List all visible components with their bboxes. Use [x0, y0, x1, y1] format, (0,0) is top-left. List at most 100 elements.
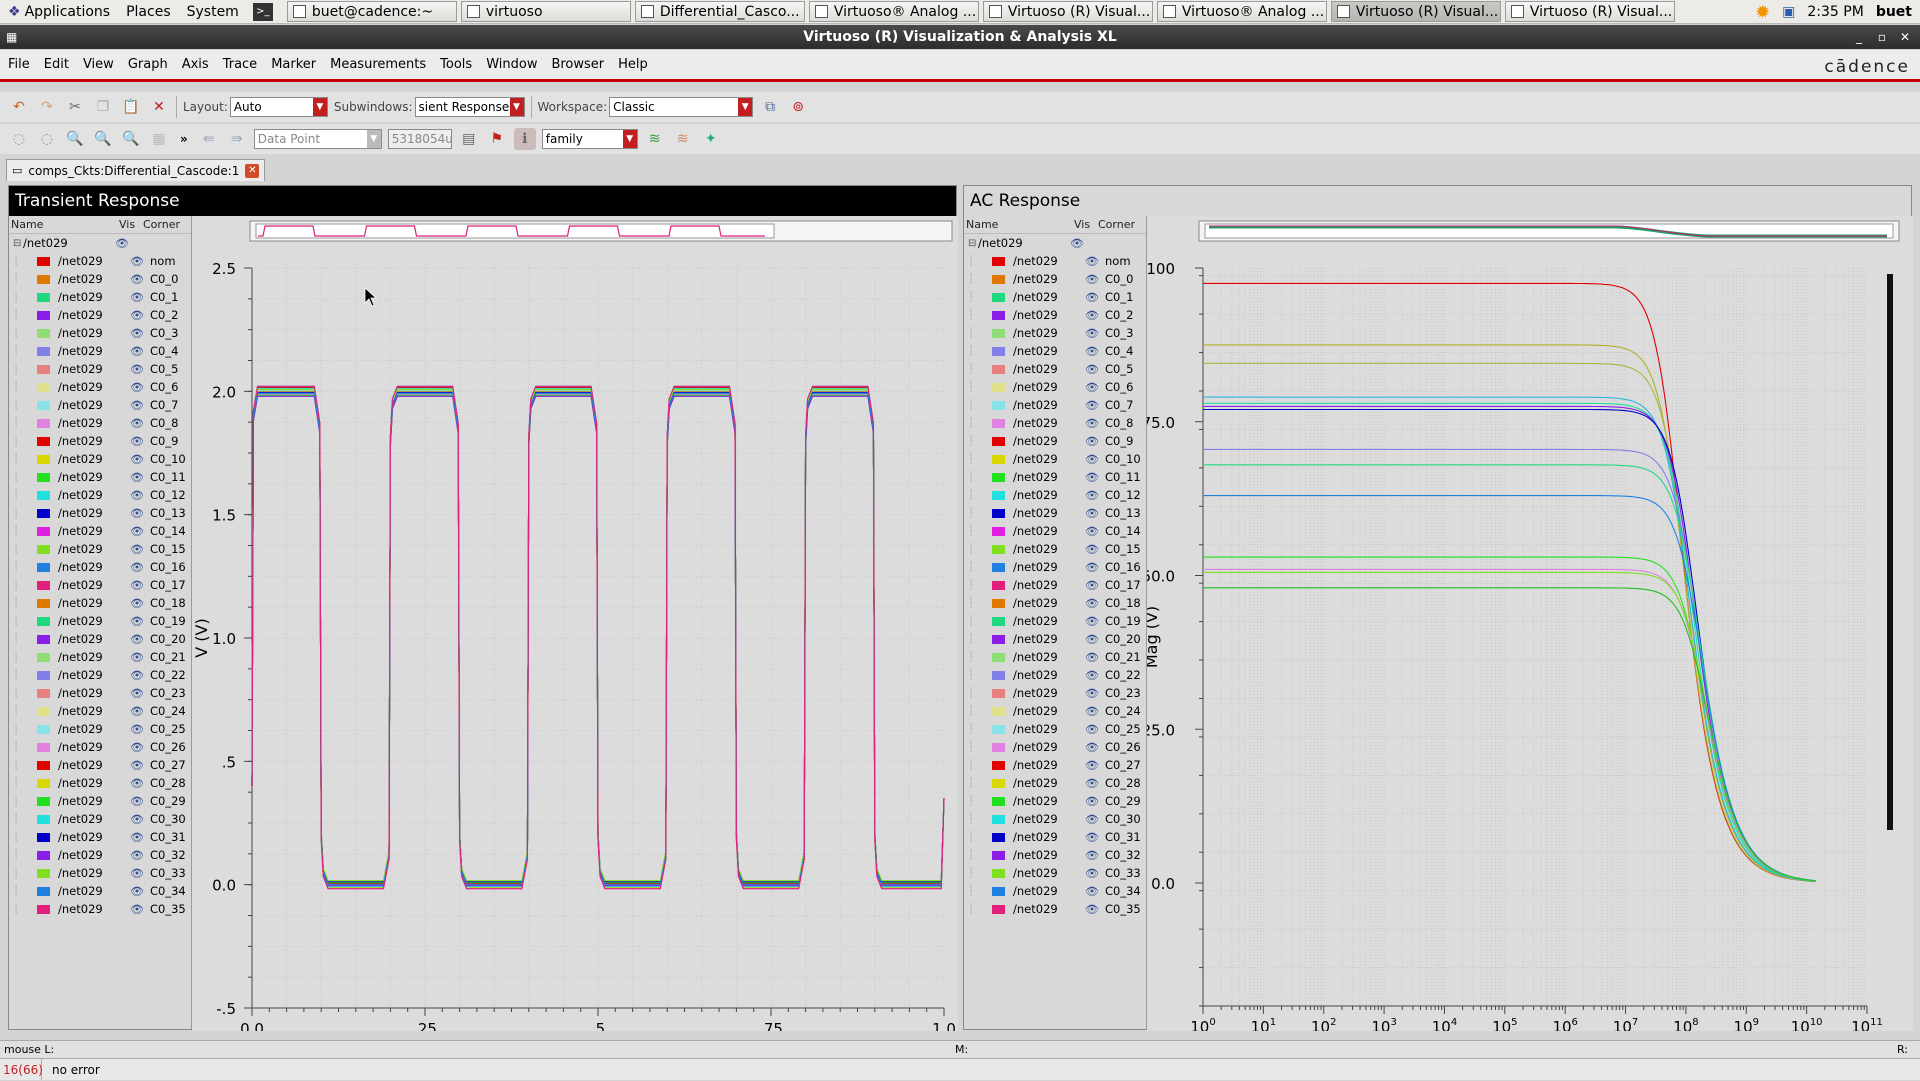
close-tab-icon[interactable]: ✕	[245, 163, 260, 178]
zoom-in-icon[interactable]: 🔍	[92, 128, 114, 150]
legend-row[interactable]: ┆/net029 👁 C0_33	[964, 864, 1146, 882]
legend-row[interactable]: ┆/net029 👁 C0_9	[9, 432, 191, 450]
zoom-reset-icon[interactable]: ◌	[8, 128, 30, 150]
eye-icon[interactable]: 👁	[1085, 903, 1101, 916]
legend-row[interactable]: ┆/net029 👁 C0_31	[9, 828, 191, 846]
menu-measurements[interactable]: Measurements	[330, 57, 426, 72]
eye-icon[interactable]: 👁	[130, 579, 146, 592]
eye-icon[interactable]: 👁	[130, 831, 146, 844]
pan-icon[interactable]: ◌	[36, 128, 58, 150]
eye-icon[interactable]: 👁	[1085, 453, 1101, 466]
legend-row[interactable]: ┆/net029 👁 C0_4	[964, 342, 1146, 360]
eye-icon[interactable]: 👁	[130, 651, 146, 664]
menu-trace[interactable]: Trace	[223, 57, 258, 72]
close-button[interactable]: ✕	[1900, 25, 1910, 49]
ac-plot[interactable]: 0.025.050.075.01001001011021031041051061…	[1142, 216, 1913, 1056]
corner-icon[interactable]: ✦	[700, 128, 722, 150]
legend-row[interactable]: ┆/net029 👁 C0_15	[964, 540, 1146, 558]
legend-row[interactable]: ┆/net029 👁 C0_6	[964, 378, 1146, 396]
legend-row[interactable]: ┆/net029 👁 C0_7	[9, 396, 191, 414]
eye-icon[interactable]: 👁	[1085, 561, 1101, 574]
menu-tools[interactable]: Tools	[440, 57, 472, 72]
legend-row[interactable]: ┆/net029 👁 C0_5	[9, 360, 191, 378]
legend-row[interactable]: ┆/net029 👁 C0_16	[964, 558, 1146, 576]
eye-icon[interactable]: 👁	[130, 597, 146, 610]
collapse-icon[interactable]: ⊟	[9, 238, 23, 249]
legend-row[interactable]: ┆/net029 👁 C0_13	[964, 504, 1146, 522]
legend-row[interactable]: ┆/net029 👁 C0_10	[9, 450, 191, 468]
vertical-scrollbar[interactable]	[1887, 274, 1893, 830]
eye-icon[interactable]: 👁	[130, 903, 146, 916]
workspace-select[interactable]: Classic ▼	[609, 97, 754, 117]
weather-icon[interactable]: ✹	[1755, 2, 1770, 23]
legend-row[interactable]: ┆/net029 👁 C0_19	[964, 612, 1146, 630]
legend-row[interactable]: ┆/net029 👁 C0_15	[9, 540, 191, 558]
legend-row[interactable]: ┆/net029 👁 C0_3	[9, 324, 191, 342]
eye-icon[interactable]: 👁	[130, 489, 146, 502]
eye-icon[interactable]: 👁	[130, 327, 146, 340]
legend-row[interactable]: ┆/net029 👁 C0_27	[964, 756, 1146, 774]
legend-row[interactable]: ┆/net029 👁 C0_24	[964, 702, 1146, 720]
eye-icon[interactable]: 👁	[1085, 381, 1101, 394]
legend-row[interactable]: ┆/net029 👁 C0_28	[9, 774, 191, 792]
legend-group[interactable]: ⊟/net029 👁	[9, 234, 191, 252]
eye-icon[interactable]: 👁	[1085, 597, 1101, 610]
eye-icon[interactable]: 👁	[1085, 345, 1101, 358]
menu-file[interactable]: File	[8, 57, 30, 72]
eye-icon[interactable]: 👁	[1085, 633, 1101, 646]
legend-row[interactable]: ┆/net029 👁 C0_2	[9, 306, 191, 324]
eye-icon[interactable]: 👁	[130, 867, 146, 880]
menu-browser[interactable]: Browser	[551, 57, 604, 72]
eye-icon[interactable]: 👁	[130, 525, 146, 538]
legend-row[interactable]: ┆/net029 👁 C0_25	[9, 720, 191, 738]
eye-icon[interactable]: 👁	[1085, 849, 1101, 862]
eye-icon[interactable]: 👁	[130, 561, 146, 574]
menu-view[interactable]: View	[83, 57, 114, 72]
zoom-out-icon[interactable]: 🔍	[120, 128, 142, 150]
transient-panel[interactable]: Transient Response Name Vis Corner ⊟/net…	[8, 185, 958, 1057]
eye-icon[interactable]: 👁	[130, 723, 146, 736]
eye-icon[interactable]: 👁	[1085, 759, 1101, 772]
redo-icon[interactable]: ↷	[36, 96, 58, 118]
workspace-save-icon[interactable]: ⧉	[759, 96, 781, 118]
coordinate-field[interactable]: 5318054u	[387, 129, 452, 149]
eye-icon[interactable]: 👁	[130, 543, 146, 556]
legend-row[interactable]: ┆/net029 👁 C0_0	[964, 270, 1146, 288]
tab-differential-cascode[interactable]: ▭ comps_Ckts:Differential_Cascode:1 ✕	[6, 159, 266, 181]
applications-menu[interactable]: ❖ Applications	[0, 0, 118, 24]
eye-icon[interactable]: 👁	[1085, 831, 1101, 844]
legend-row[interactable]: ┆/net029 👁 C0_14	[9, 522, 191, 540]
taskbar-button[interactable]: Virtuoso® Analog ...	[1156, 1, 1327, 22]
marker-next-icon[interactable]: ⇛	[226, 128, 248, 150]
taskbar-button[interactable]: Virtuoso® Analog ...	[808, 1, 979, 22]
legend-row[interactable]: ┆/net029 👁 C0_4	[9, 342, 191, 360]
legend-row[interactable]: ┆/net029 👁 C0_33	[9, 864, 191, 882]
legend-row[interactable]: ┆/net029 👁 C0_27	[9, 756, 191, 774]
legend-row[interactable]: ┆/net029 👁 C0_3	[964, 324, 1146, 342]
eye-icon[interactable]: 👁	[1085, 507, 1101, 520]
legend-row[interactable]: ┆/net029 👁 C0_28	[964, 774, 1146, 792]
legend-row[interactable]: ┆/net029 👁 C0_17	[9, 576, 191, 594]
menu-marker[interactable]: Marker	[271, 57, 316, 72]
eye-icon[interactable]: 👁	[1085, 615, 1101, 628]
eye-icon[interactable]: 👁	[130, 759, 146, 772]
legend-row[interactable]: ┆/net029 👁 C0_29	[9, 792, 191, 810]
eye-icon[interactable]: 👁	[1085, 309, 1101, 322]
legend-row[interactable]: ┆/net029 👁 C0_32	[9, 846, 191, 864]
clock[interactable]: 2:35 PM	[1807, 4, 1863, 20]
cut-icon[interactable]: ✂	[64, 96, 86, 118]
calculator-icon[interactable]: ▤	[458, 128, 480, 150]
eye-icon[interactable]: 👁	[1085, 777, 1101, 790]
taskbar-button[interactable]: buet@cadence:~	[286, 1, 457, 22]
eye-icon[interactable]: 👁	[130, 615, 146, 628]
info-icon[interactable]: ℹ	[513, 128, 536, 150]
legend-row[interactable]: ┆/net029 👁 C0_1	[9, 288, 191, 306]
ac-plot-svg[interactable]: 0.025.050.075.01001001011021031041051061…	[1142, 216, 1913, 1056]
overview-scrollbar[interactable]	[1198, 220, 1900, 242]
eye-icon[interactable]: 👁	[130, 291, 146, 304]
eye-icon[interactable]: 👁	[1085, 291, 1101, 304]
legend-row[interactable]: ┆/net029 👁 C0_23	[9, 684, 191, 702]
legend-row[interactable]: ┆/net029 👁 C0_20	[964, 630, 1146, 648]
eye-icon[interactable]: 👁	[1085, 867, 1101, 880]
eye-icon[interactable]: 👁	[1085, 741, 1101, 754]
